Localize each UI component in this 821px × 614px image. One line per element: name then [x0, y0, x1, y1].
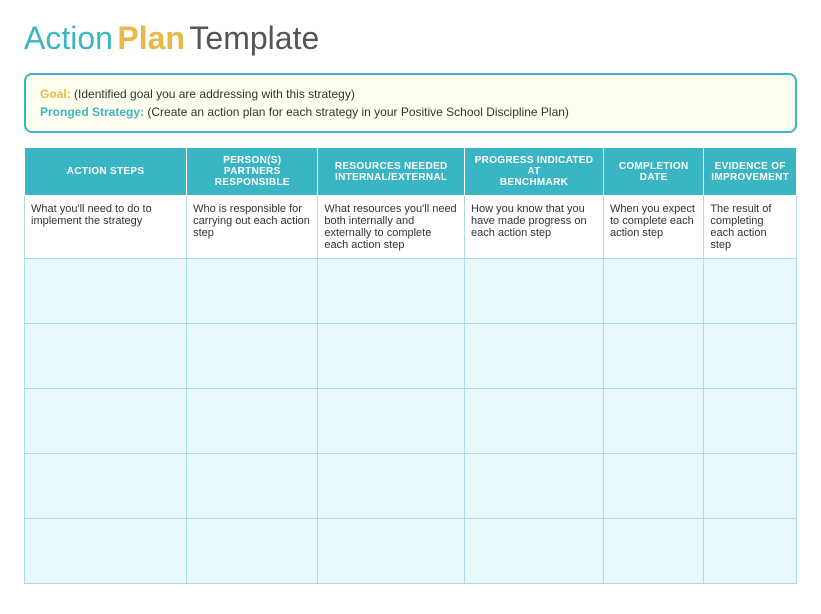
goal-line: Goal: (Identified goal you are addressin… — [40, 85, 781, 103]
cell-resources-1[interactable] — [318, 259, 465, 324]
header-progress: PROGRESS INDICATED AT BENCHMARK — [465, 148, 604, 196]
cell-persons-1[interactable] — [187, 259, 318, 324]
cell-steps-desc: What you'll need to do to implement the … — [25, 196, 187, 259]
cell-evidence-3[interactable] — [704, 389, 797, 454]
cell-resources-3[interactable] — [318, 389, 465, 454]
cell-steps-5[interactable] — [25, 519, 187, 584]
title-template: Template — [189, 20, 319, 56]
goal-label: Goal: — [40, 87, 71, 101]
goal-box: Goal: (Identified goal you are addressin… — [24, 73, 797, 133]
cell-progress-2[interactable] — [465, 324, 604, 389]
action-plan-table: ACTION STEPS PERSON(S) PARTNERS RESPONSI… — [24, 147, 797, 584]
title-action: Action — [24, 20, 113, 56]
cell-steps-4[interactable] — [25, 454, 187, 519]
table-row[interactable] — [25, 519, 797, 584]
table-row-description: What you'll need to do to implement the … — [25, 196, 797, 259]
table-row[interactable] — [25, 454, 797, 519]
cell-persons-2[interactable] — [187, 324, 318, 389]
header-persons: PERSON(S) PARTNERS RESPONSIBLE — [187, 148, 318, 196]
cell-evidence-1[interactable] — [704, 259, 797, 324]
table-row[interactable] — [25, 389, 797, 454]
cell-progress-3[interactable] — [465, 389, 604, 454]
cell-resources-4[interactable] — [318, 454, 465, 519]
goal-text: (Identified goal you are addressing with… — [74, 87, 355, 101]
cell-completion-5[interactable] — [603, 519, 703, 584]
cell-resources-2[interactable] — [318, 324, 465, 389]
cell-evidence-2[interactable] — [704, 324, 797, 389]
page-title: Action Plan Template — [24, 20, 797, 57]
cell-completion-4[interactable] — [603, 454, 703, 519]
header-completion: COMPLETION DATE — [603, 148, 703, 196]
cell-steps-1[interactable] — [25, 259, 187, 324]
cell-completion-3[interactable] — [603, 389, 703, 454]
table-header-row: ACTION STEPS PERSON(S) PARTNERS RESPONSI… — [25, 148, 797, 196]
pronged-label: Pronged Strategy: — [40, 105, 144, 119]
table-row[interactable] — [25, 259, 797, 324]
cell-persons-5[interactable] — [187, 519, 318, 584]
cell-completion-1[interactable] — [603, 259, 703, 324]
cell-persons-4[interactable] — [187, 454, 318, 519]
cell-progress-5[interactable] — [465, 519, 604, 584]
cell-resources-desc: What resources you'll need both internal… — [318, 196, 465, 259]
cell-steps-3[interactable] — [25, 389, 187, 454]
cell-evidence-5[interactable] — [704, 519, 797, 584]
cell-steps-2[interactable] — [25, 324, 187, 389]
cell-completion-desc: When you expect to complete each action … — [603, 196, 703, 259]
header-resources: RESOURCES NEEDED INTERNAL/EXTERNAL — [318, 148, 465, 196]
cell-evidence-4[interactable] — [704, 454, 797, 519]
cell-progress-4[interactable] — [465, 454, 604, 519]
cell-resources-5[interactable] — [318, 519, 465, 584]
cell-completion-2[interactable] — [603, 324, 703, 389]
header-steps: ACTION STEPS — [25, 148, 187, 196]
cell-evidence-desc: The result of completing each action ste… — [704, 196, 797, 259]
table-row[interactable] — [25, 324, 797, 389]
header-evidence: EVIDENCE OF IMPROVEMENT — [704, 148, 797, 196]
cell-progress-1[interactable] — [465, 259, 604, 324]
cell-progress-desc: How you know that you have made progress… — [465, 196, 604, 259]
pronged-text: (Create an action plan for each strategy… — [147, 105, 569, 119]
cell-persons-desc: Who is responsible for carrying out each… — [187, 196, 318, 259]
pronged-line: Pronged Strategy: (Create an action plan… — [40, 103, 781, 121]
cell-persons-3[interactable] — [187, 389, 318, 454]
title-plan: Plan — [117, 20, 185, 56]
